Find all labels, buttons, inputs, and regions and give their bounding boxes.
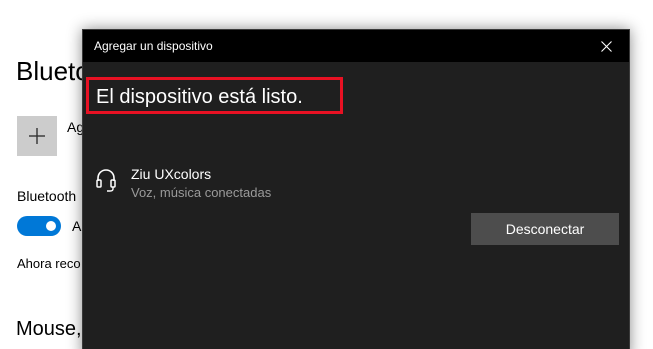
screen: Blueto Ag Bluetooth A Ahora reco Mouse, … <box>0 0 653 349</box>
disconnect-button[interactable]: Desconectar <box>471 213 619 245</box>
dialog-heading: El dispositivo está listo. <box>96 86 303 108</box>
toggle-knob <box>46 221 56 231</box>
headset-icon <box>96 169 116 192</box>
add-device-button[interactable] <box>17 116 57 156</box>
device-name: Ziu UXcolors <box>131 166 212 182</box>
device-status: Voz, música conectadas <box>131 185 272 200</box>
bluetooth-toggle[interactable] <box>17 216 61 236</box>
bluetooth-toggle-label: A <box>72 218 82 234</box>
dialog-titlebar: Agregar un dispositivo <box>83 30 629 62</box>
dialog-title: Agregar un dispositivo <box>94 39 213 53</box>
add-device-dialog: Agregar un dispositivo El dispositivo es… <box>82 29 630 349</box>
discoverable-text: Ahora reco <box>17 256 81 271</box>
close-icon <box>600 40 612 52</box>
mouse-section-heading: Mouse, <box>16 318 82 340</box>
heading-highlight-box: El dispositivo está listo. <box>86 77 343 114</box>
settings-page-title: Blueto <box>16 56 90 86</box>
bluetooth-label: Bluetooth <box>17 188 77 204</box>
close-button[interactable] <box>583 30 629 62</box>
plus-icon <box>29 128 45 144</box>
